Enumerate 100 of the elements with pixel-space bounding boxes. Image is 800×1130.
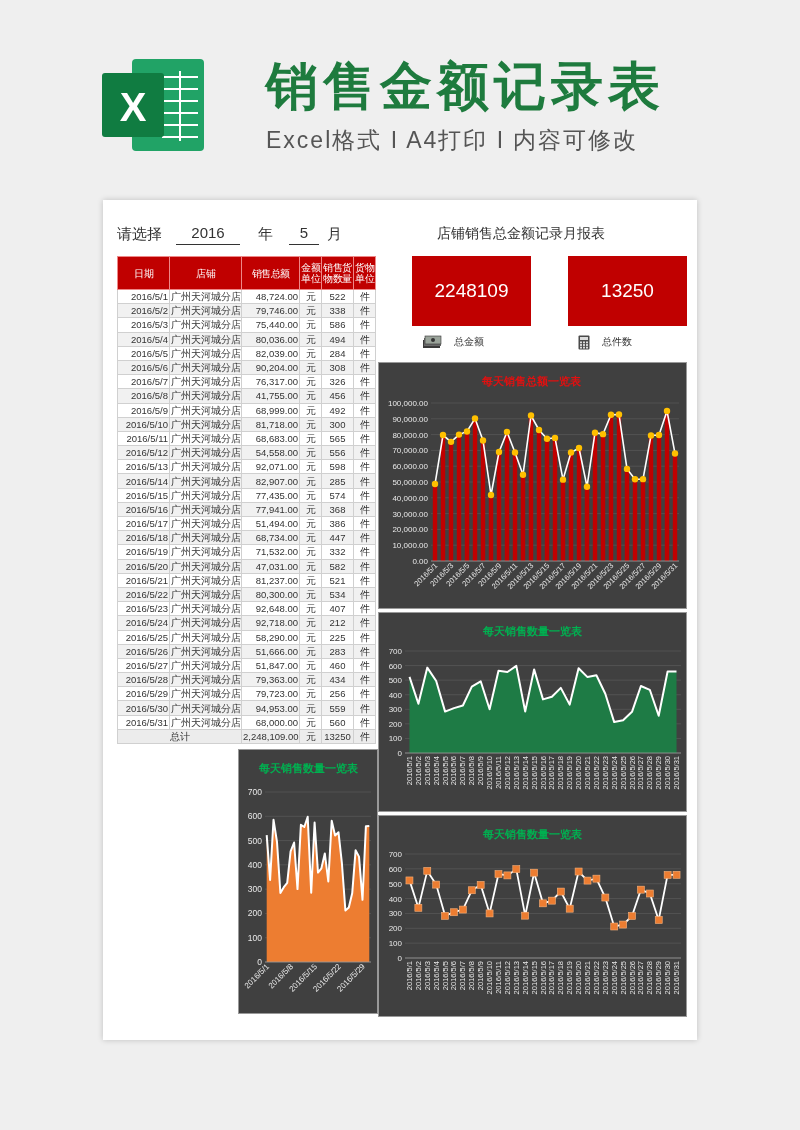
table-cell: 92,648.00 <box>241 601 300 616</box>
chart-title: 每天销售数量一览表 <box>483 625 582 637</box>
data-marker <box>485 909 494 918</box>
table-cell: 元 <box>299 431 322 446</box>
table-cell: 68,000.00 <box>241 715 300 730</box>
table-cell: 574 <box>321 488 354 503</box>
table-cell: 77,435.00 <box>241 488 300 503</box>
total-card: 2248109 <box>412 256 531 326</box>
axis-label: 20,000.00 <box>392 525 428 535</box>
axis-label: 400 <box>388 690 402 700</box>
card-label: 总金额 <box>454 335 484 349</box>
table-cell: 522 <box>321 289 354 304</box>
table-cell: 件 <box>353 573 376 588</box>
table-cell: 元 <box>299 658 322 673</box>
data-marker <box>405 876 414 885</box>
axis-label: 500 <box>247 835 262 846</box>
axis-label: 200 <box>247 908 262 919</box>
table-cell: 件 <box>353 317 376 333</box>
table-cell: 68,999.00 <box>241 403 300 418</box>
table-cell: 元 <box>299 459 322 474</box>
table-cell: 565 <box>321 431 354 446</box>
table-cell: 元 <box>299 317 322 333</box>
axis-label: 0 <box>397 749 402 758</box>
table-cell: 广州天河城分店 <box>169 658 242 673</box>
table-cell: 广州天河城分店 <box>169 630 242 645</box>
table-cell: 广州天河城分店 <box>169 346 242 361</box>
table-cell: 元 <box>299 403 322 418</box>
axis-label: 600 <box>388 661 402 671</box>
data-marker <box>574 867 583 876</box>
column-header: 店铺 <box>169 256 242 290</box>
data-marker <box>521 911 529 920</box>
table-cell: 广州天河城分店 <box>169 374 242 389</box>
table-cell: 68,683.00 <box>241 431 300 446</box>
data-marker <box>530 868 538 877</box>
table-cell: 广州天河城分店 <box>169 459 242 474</box>
year-field[interactable]: 2016 <box>176 223 240 245</box>
table-cell: 件 <box>353 544 376 560</box>
table-cell: 2016/5/5 <box>117 346 170 361</box>
axis-label: 300 <box>388 909 402 919</box>
month-field[interactable]: 5 <box>289 223 319 245</box>
table-cell: 332 <box>321 544 354 560</box>
table-cell: 79,723.00 <box>241 686 300 701</box>
table-cell: 58,290.00 <box>241 630 300 645</box>
banknote-icon <box>422 335 442 349</box>
table-cell: 92,071.00 <box>241 459 300 474</box>
report-title: 店铺销售总金额记录月报表 <box>437 225 605 243</box>
table-cell: 元 <box>299 289 322 304</box>
table-cell: 48,724.00 <box>241 289 300 304</box>
axis-label: 100 <box>388 734 402 744</box>
select-prompt: 请选择 <box>117 224 162 244</box>
month-unit: 月 <box>327 224 342 244</box>
table-cell: 件 <box>353 630 376 645</box>
column-header: 货物单位 <box>353 256 376 290</box>
axis-label: 400 <box>247 859 262 870</box>
axis-label: 0.00 <box>412 557 428 566</box>
data-marker <box>654 916 663 924</box>
table-cell: 75,440.00 <box>241 317 300 333</box>
table-cell: 521 <box>321 573 354 588</box>
data-marker <box>423 867 432 875</box>
calculator-icon <box>578 334 590 350</box>
axis-label: 300 <box>388 705 402 715</box>
data-marker <box>503 871 512 880</box>
table-cell: 元 <box>299 488 322 503</box>
axis-label: 100 <box>247 932 262 943</box>
table-cell: 326 <box>321 374 354 389</box>
table-cell: 元 <box>299 601 322 616</box>
table-cell: 2016/5/3 <box>117 317 170 333</box>
table-cell: 2016/5/17 <box>117 516 170 531</box>
page-subtitle: Excel格式 I A4打印 I 内容可修改 <box>266 126 640 155</box>
data-marker <box>592 874 601 883</box>
table-cell: 492 <box>321 403 354 418</box>
axis-label: 400 <box>388 894 402 904</box>
table-cell: 2016/5/15 <box>117 488 170 503</box>
table-cell: 256 <box>321 686 354 701</box>
table-cell: 广州天河城分店 <box>169 601 242 616</box>
table-cell: 2016/5/21 <box>117 573 170 588</box>
table-cell: 件 <box>353 374 376 389</box>
table-cell: 广州天河城分店 <box>169 431 242 446</box>
page-title: 销售金额记录表 <box>266 56 665 117</box>
table-cell: 件 <box>353 431 376 446</box>
axis-label: 0 <box>397 954 402 963</box>
table-cell: 元 <box>299 686 322 701</box>
axis-label: 100,000.00 <box>387 399 428 408</box>
axis-label: 200 <box>388 924 402 934</box>
table-cell: 560 <box>321 715 354 730</box>
chart-title: 每天销售总额一览表 <box>482 375 581 387</box>
table-cell: 76,317.00 <box>241 374 300 389</box>
data-marker <box>583 876 592 885</box>
table-cell: 件 <box>353 403 376 418</box>
axis-label: 700 <box>388 647 402 656</box>
table-cell: 2016/5/31 <box>117 715 170 730</box>
table-cell: 件 <box>353 658 376 673</box>
table-cell: 元 <box>299 715 322 730</box>
data-marker <box>610 922 619 931</box>
table-cell: 284 <box>321 346 354 361</box>
table-cell: 2016/5/19 <box>117 544 170 560</box>
axis-label: 40,000.00 <box>392 493 428 503</box>
table-cell: 2016/5/13 <box>117 459 170 474</box>
table-cell: 51,847.00 <box>241 658 300 673</box>
table-cell: 广州天河城分店 <box>169 544 242 560</box>
